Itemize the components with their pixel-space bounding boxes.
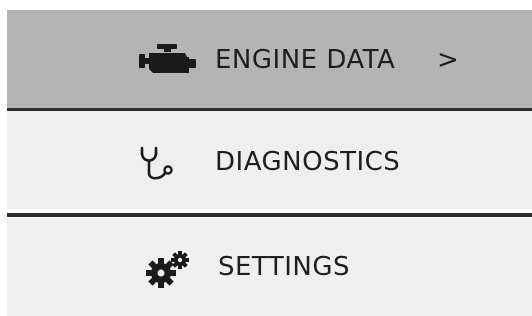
engine-icon [139,44,196,73]
menu-item-label: ENGINE DATA [215,45,396,75]
menu-item-diagnostics[interactable]: DIAGNOSTICS [7,111,532,209]
menu-item-label: DIAGNOSTICS [215,147,401,177]
menu-item-settings[interactable]: SETTINGS [7,218,532,316]
divider [7,213,532,217]
stethoscope-icon [140,146,173,180]
gears-icon [146,251,189,288]
main-menu: ENGINE DATA > DIAGNOSTICS SETTINGS [7,10,532,316]
chevron-right-icon: > [437,45,459,75]
menu-item-engine-data[interactable]: ENGINE DATA > [7,10,532,108]
menu-item-label: SETTINGS [218,252,351,282]
